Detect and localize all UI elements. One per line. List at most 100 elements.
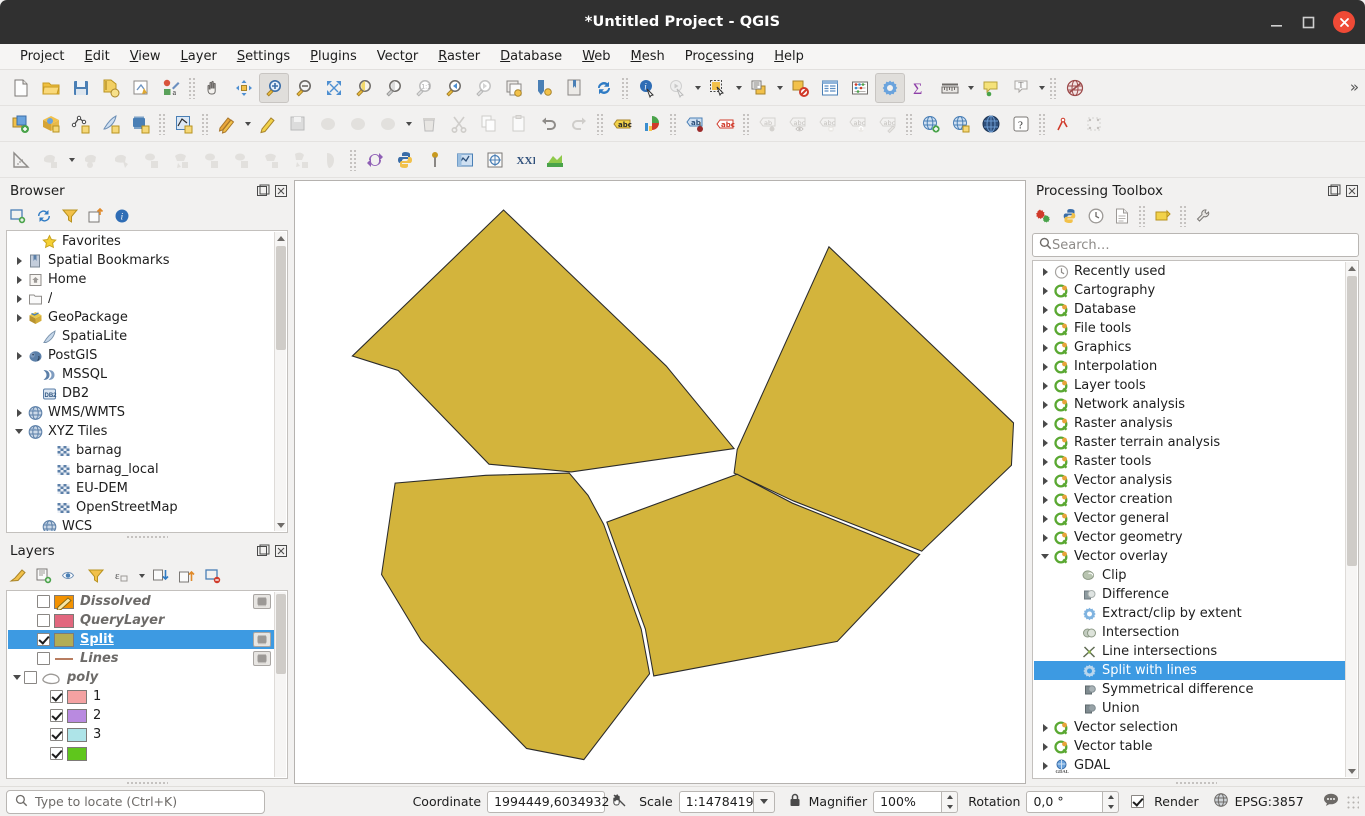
layer-item-querylayer[interactable]: QueryLayer [8,611,274,630]
expand-all-icon[interactable] [149,564,173,588]
pin-labels-icon[interactable]: ab [680,109,710,139]
layer-item-split[interactable]: Split [8,630,274,649]
tree-item-eu-dem[interactable]: EU-DEM [8,479,274,498]
tree-item-raster-analysis[interactable]: Raster analysis [1034,414,1345,433]
tree-item-db2[interactable]: DB2 DB2 [8,384,274,403]
menu-view[interactable]: View [120,46,171,67]
menu-web[interactable]: Web [572,46,620,67]
rotation-field[interactable]: 0,0 ° [1026,790,1103,813]
split-features-icon[interactable] [137,145,167,175]
tree-item-raster-tools[interactable]: Raster tools [1034,452,1345,471]
profile-tool-icon[interactable] [540,145,570,175]
split-parts-icon[interactable] [167,145,197,175]
collapse-all-icon[interactable] [84,204,108,228]
paste-features-icon[interactable] [504,109,534,139]
tree-item-favorites[interactable]: Favorites [8,232,274,251]
menu-vector[interactable]: Vector [367,46,428,67]
crs-label[interactable]: EPSG:3857 [1235,794,1304,809]
statistical-summary-icon[interactable]: Σ [905,73,935,103]
tree-item-extract-clip-by-extent[interactable]: Extract/clip by extent [1034,604,1345,623]
layer-visibility-checkbox[interactable] [50,747,63,760]
float-panel-icon[interactable] [256,544,270,558]
magnifier-field[interactable]: 100% [873,790,943,813]
chevron-right-icon[interactable] [1038,338,1052,357]
pan-to-selection-icon[interactable] [229,73,259,103]
change-label-icon[interactable]: abc [843,109,873,139]
zoom-full-icon[interactable] [319,73,349,103]
crs-globe-icon[interactable] [1213,792,1229,811]
options-wrench-icon[interactable] [1192,204,1216,228]
add-postgis-layer-icon[interactable] [126,109,156,139]
metasearch-icon[interactable] [946,109,976,139]
close-button[interactable] [1333,11,1355,33]
offset-curve-icon[interactable] [36,145,66,175]
toggle-editing-icon[interactable] [212,109,242,139]
render-checkbox[interactable] [1131,795,1145,808]
select-by-value-dropdown[interactable] [774,73,785,103]
select-features-icon[interactable] [703,73,733,103]
redo-icon[interactable] [564,109,594,139]
tree-item-file-tools[interactable]: File tools [1034,319,1345,338]
chevron-right-icon[interactable] [1038,319,1052,338]
highlight-labels-icon[interactable]: ab [753,109,783,139]
chevron-right-icon[interactable] [1038,528,1052,547]
menu-project[interactable]: Project [10,46,75,67]
filter-legend-icon[interactable] [84,564,108,588]
add-layer-icon[interactable] [6,204,30,228]
identify-features-icon[interactable]: i [632,73,662,103]
window-resize-grip[interactable] [1345,794,1360,809]
maximize-button[interactable] [1301,15,1316,30]
layer-visibility-checkbox[interactable] [50,728,63,741]
node-tool-dropdown[interactable] [403,109,414,139]
simplify-feature-icon[interactable] [317,145,347,175]
chevron-right-icon[interactable] [1038,300,1052,319]
style-manager-icon[interactable]: a [156,73,186,103]
tree-item-vector-analysis[interactable]: Vector analysis [1034,471,1345,490]
tree-item-difference[interactable]: Difference [1034,585,1345,604]
processing-algorithm-tree[interactable]: Recently used Cartography Database File too… [1032,260,1359,779]
tree-item-vector-table[interactable]: Vector table [1034,737,1345,756]
messages-bubble-icon[interactable] [1322,791,1340,812]
tree-item-vector-creation[interactable]: Vector creation [1034,490,1345,509]
tree-item-wcs[interactable]: WCS [8,517,274,531]
georeferencer-icon[interactable] [480,145,510,175]
tree-item-vector-geometry[interactable]: Vector geometry [1034,528,1345,547]
layer-item-1[interactable]: 1 [8,687,274,706]
map-tips-icon[interactable] [976,73,1006,103]
layer-edit-indicator-icon[interactable] [253,651,271,666]
move-label-icon[interactable]: abc [783,109,813,139]
tree-item-database[interactable]: Database [1034,300,1345,319]
merge-attributes-icon[interactable] [227,145,257,175]
scrollbar-thumb[interactable] [276,246,286,350]
save-project-icon[interactable] [66,73,96,103]
chevron-right-icon[interactable] [1038,262,1052,281]
label-abc-icon[interactable]: abc [607,109,637,139]
tree-item-graphics[interactable]: Graphics [1034,338,1345,357]
locator-bar[interactable]: Type to locate (Ctrl+K) [6,789,265,814]
float-panel-icon[interactable] [256,184,270,198]
layer-visibility-checkbox[interactable] [37,595,50,608]
advanced-digitize-icon[interactable] [450,145,480,175]
coordinate-field[interactable]: 1994449,6034932 [487,790,609,813]
chevron-right-icon[interactable] [12,403,26,422]
node-tool-icon[interactable] [373,109,403,139]
layer-item-lines[interactable]: Lines [8,649,274,668]
add-group-icon[interactable] [32,564,56,588]
measure-dropdown[interactable] [965,73,976,103]
add-feature-icon[interactable] [313,109,343,139]
chevron-down-icon[interactable] [1038,547,1052,566]
tree-item-home[interactable]: Home [8,270,274,289]
zoom-out-icon[interactable] [289,73,319,103]
layer-item-poly[interactable]: poly [8,668,274,687]
zoom-to-selection-icon[interactable] [349,73,379,103]
tree-item-spatial-bookmarks[interactable]: Spatial Bookmarks [8,251,274,270]
show-hide-labels-icon[interactable]: abc [710,109,740,139]
rotate-label-icon[interactable]: abc [813,109,843,139]
chevron-right-icon[interactable] [1038,395,1052,414]
chevron-right-icon[interactable] [1038,433,1052,452]
remove-layer-icon[interactable] [201,564,225,588]
tree-item-geopackage[interactable]: GeoPackage [8,308,274,327]
delete-part-icon[interactable] [287,145,317,175]
chevron-right-icon[interactable] [12,346,26,365]
tree-item-barnag-local[interactable]: barnag_local [8,460,274,479]
